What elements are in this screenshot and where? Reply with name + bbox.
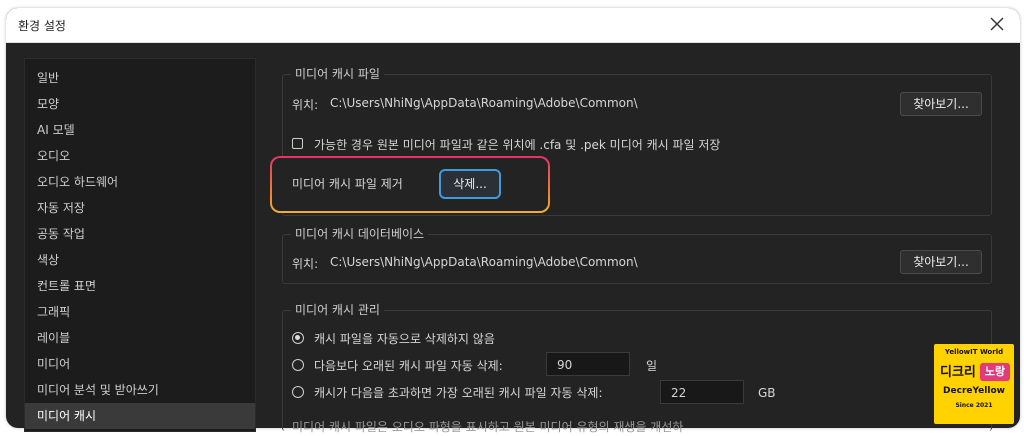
window-title: 환경 설정 bbox=[18, 19, 66, 33]
footer-description: 미디어 캐시 파일은 오디오 파형을 표시하고 원본 미디어 유형의 재생을 개… bbox=[292, 420, 684, 434]
sidebar-item-graphics[interactable]: 그래픽 bbox=[25, 299, 255, 325]
size-input[interactable]: 22 bbox=[660, 380, 744, 404]
cache-files-path: C:\Users\NhiNg\AppData\Roaming\Adobe\Com… bbox=[330, 96, 638, 110]
radio-icon[interactable] bbox=[292, 386, 304, 398]
sidebar-item-media-cache[interactable]: 미디어 캐시 bbox=[25, 403, 255, 429]
size-unit: GB bbox=[758, 386, 776, 400]
close-button[interactable] bbox=[984, 11, 1010, 37]
days-input[interactable]: 90 bbox=[546, 352, 630, 376]
sidebar-item-media-analysis[interactable]: 미디어 분석 및 받아쓰기 bbox=[25, 377, 255, 403]
browse-button[interactable]: 찾아보기... bbox=[900, 250, 982, 274]
sidebar-item-collaboration[interactable]: 공동 작업 bbox=[25, 221, 255, 247]
watermark-korean-left: 디크리 bbox=[940, 365, 976, 380]
sidebar-item-audio-hardware[interactable]: 오디오 하드웨어 bbox=[25, 169, 255, 195]
sidebar-item-appearance[interactable]: 모양 bbox=[25, 91, 255, 117]
browse-button[interactable]: 찾아보기... bbox=[900, 92, 982, 116]
cache-db-path: C:\Users\NhiNg\AppData\Roaming\Adobe\Com… bbox=[330, 255, 638, 269]
sidebar-item-general[interactable]: 일반 bbox=[25, 65, 255, 91]
sidebar-item-control-surface[interactable]: 컨트롤 표면 bbox=[25, 273, 255, 299]
watermark-top-text: YellowIT World bbox=[944, 348, 1004, 356]
title-bar: 환경 설정 bbox=[6, 8, 1020, 43]
section-title: 미디어 캐시 데이터베이스 bbox=[291, 226, 429, 242]
sidebar-item-media[interactable]: 미디어 bbox=[25, 351, 255, 377]
watermark-middle-text: DecreYellow bbox=[943, 386, 1005, 396]
sidebar-item-color[interactable]: 색상 bbox=[25, 247, 255, 273]
days-unit: 일 bbox=[646, 359, 658, 373]
option-delete-older-label: 다음보다 오래된 캐시 파일 자동 삭제: bbox=[314, 359, 503, 373]
sidebar-item-audio[interactable]: 오디오 bbox=[25, 143, 255, 169]
delete-button[interactable]: 삭제... bbox=[439, 169, 501, 199]
sidebar-item-auto-save[interactable]: 자동 저장 bbox=[25, 195, 255, 221]
checkbox-icon[interactable] bbox=[292, 138, 303, 149]
watermark-bottom-text: Since 2021 bbox=[955, 402, 993, 409]
sidebar-item-ai-models[interactable]: AI 모델 bbox=[25, 117, 255, 143]
watermark-korean-right: 노랑 bbox=[980, 363, 1010, 381]
location-label: 위치: bbox=[292, 257, 319, 271]
sidebar-item-labels[interactable]: 레이블 bbox=[25, 325, 255, 351]
save-cache-next-to-media-label: 가능한 경우 원본 미디어 파일과 같은 위치에 .cfa 및 .pek 미디어… bbox=[314, 138, 721, 152]
option-never-delete-label: 캐시 파일을 자동으로 삭제하지 않음 bbox=[314, 332, 495, 346]
radio-icon[interactable] bbox=[292, 359, 304, 371]
close-icon bbox=[990, 17, 1004, 31]
remove-cache-label: 미디어 캐시 파일 제거 bbox=[292, 177, 403, 191]
radio-icon[interactable] bbox=[292, 332, 304, 344]
watermark-logo: YellowIT World 디크리 노랑 DecreYellow Since … bbox=[934, 344, 1014, 424]
option-delete-size-label: 캐시가 다음을 초과하면 가장 오래된 캐시 파일 자동 삭제: bbox=[314, 386, 603, 400]
sidebar: 일반 모양 AI 모델 오디오 오디오 하드웨어 자동 저장 공동 작업 색상 … bbox=[24, 58, 256, 432]
section-title: 미디어 캐시 파일 bbox=[291, 66, 384, 82]
location-label: 위치: bbox=[292, 98, 319, 112]
section-title: 미디어 캐시 관리 bbox=[291, 302, 384, 318]
